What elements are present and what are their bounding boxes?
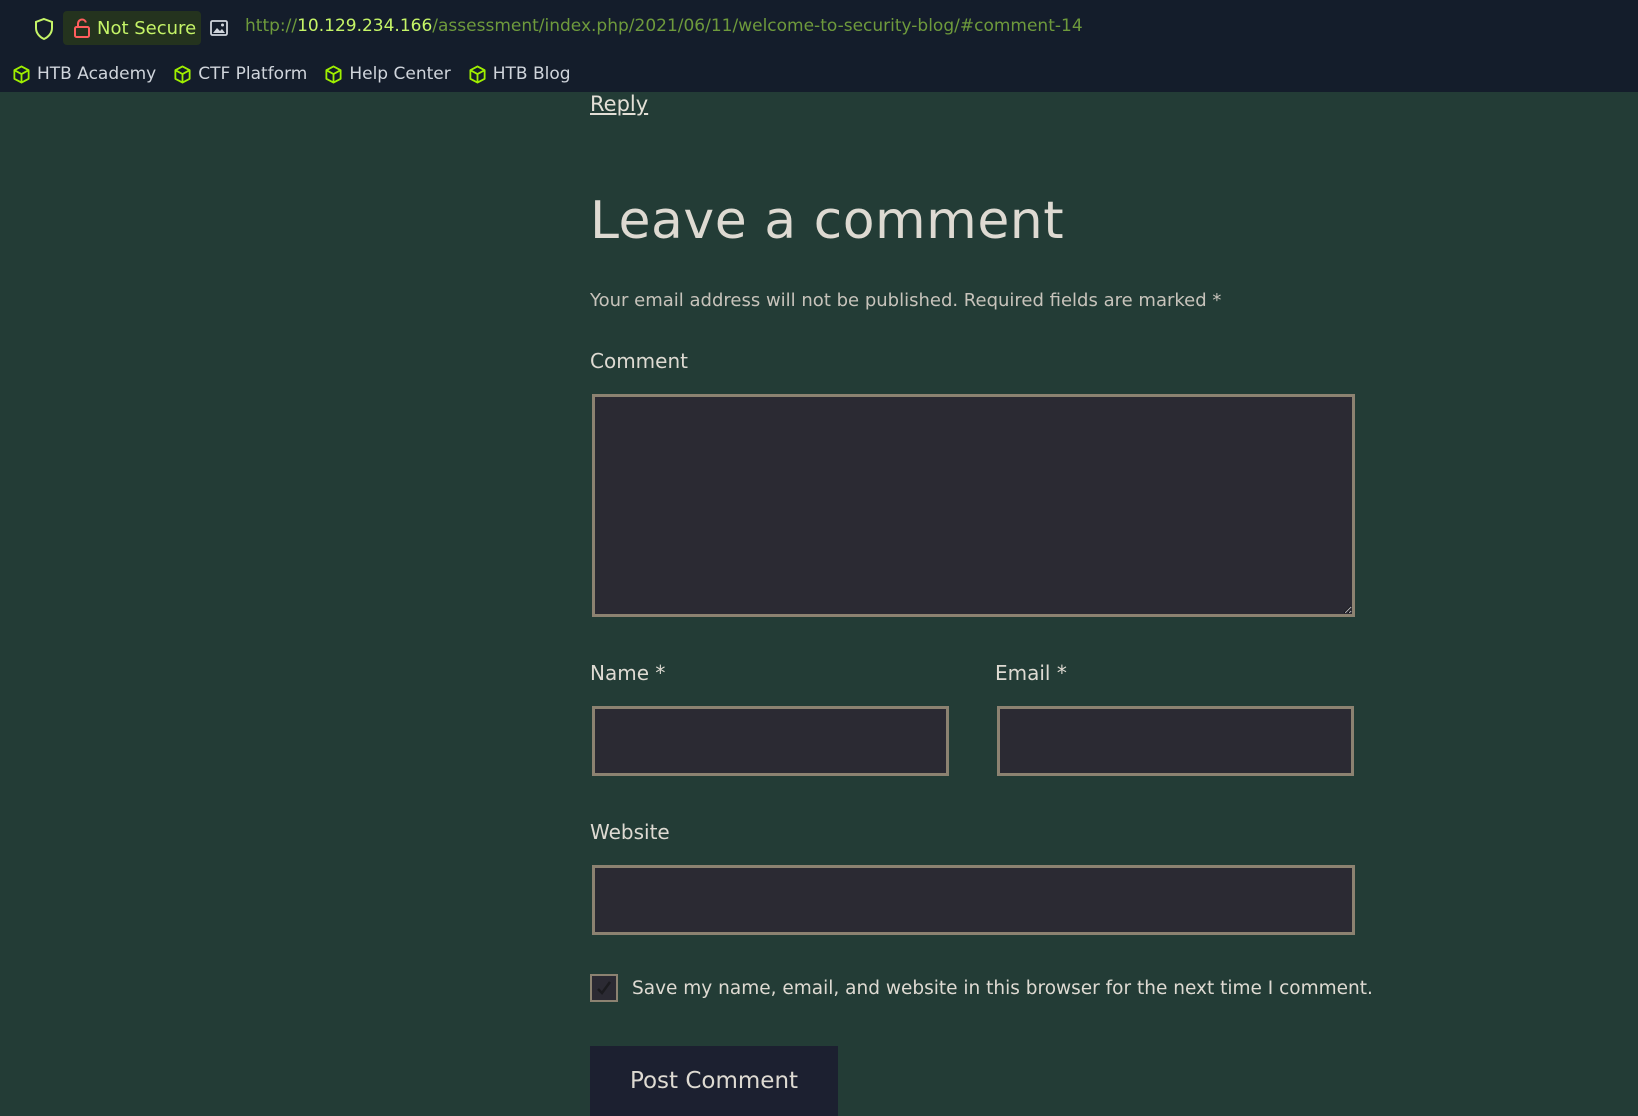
- bookmark-label: CTF Platform: [198, 64, 308, 84]
- comment-label: Comment: [590, 349, 688, 373]
- htb-cube-icon: [13, 65, 30, 83]
- bookmarks-bar: HTB Academy CTF Platform Help Center HTB…: [12, 60, 588, 88]
- bookmark-htb-blog[interactable]: HTB Blog: [468, 64, 571, 84]
- htb-cube-icon: [174, 65, 191, 83]
- page-title: Leave a comment: [590, 191, 1065, 251]
- comment-notes: Your email address will not be published…: [590, 290, 1222, 311]
- bookmark-label: HTB Blog: [492, 64, 571, 84]
- htb-cube-icon: [325, 65, 342, 83]
- comment-textarea[interactable]: [592, 394, 1355, 617]
- website-input[interactable]: [592, 865, 1355, 935]
- url-bar[interactable]: Not Secure http://10.129.234.166/assessm…: [0, 0, 1638, 56]
- htb-cube-icon: [469, 65, 486, 83]
- bookmark-htb-academy[interactable]: HTB Academy: [12, 64, 156, 84]
- reply-link[interactable]: Reply: [590, 92, 648, 116]
- not-secure-label: Not Secure: [97, 17, 197, 39]
- url-host: 10.129.234.166: [297, 16, 433, 36]
- bookmark-label: Help Center: [349, 64, 451, 84]
- email-label: Email *: [995, 661, 1067, 685]
- bookmark-label: HTB Academy: [37, 64, 157, 84]
- website-label: Website: [590, 820, 670, 844]
- browser-chrome: Not Secure http://10.129.234.166/assessm…: [0, 0, 1638, 92]
- name-input[interactable]: [592, 706, 949, 776]
- shield-icon[interactable]: [33, 17, 55, 41]
- email-input[interactable]: [997, 706, 1354, 776]
- broken-lock-icon: [74, 18, 90, 38]
- name-label: Name *: [590, 661, 666, 685]
- post-comment-button[interactable]: Post Comment: [590, 1046, 838, 1116]
- page-image-icon[interactable]: [209, 18, 229, 38]
- not-secure-badge[interactable]: Not Secure: [63, 11, 201, 45]
- checkmark-icon: [597, 981, 612, 995]
- bookmark-help-center[interactable]: Help Center: [324, 64, 451, 84]
- bookmark-ctf-platform[interactable]: CTF Platform: [173, 64, 307, 84]
- url-path: /assessment/index.php/2021/06/11/welcome…: [432, 16, 1083, 36]
- url-prefix: http://: [245, 16, 298, 36]
- address-text[interactable]: http://10.129.234.166/assessment/index.p…: [245, 16, 1083, 36]
- save-info-checkbox[interactable]: [590, 974, 618, 1002]
- save-info-label: Save my name, email, and website in this…: [632, 978, 1373, 999]
